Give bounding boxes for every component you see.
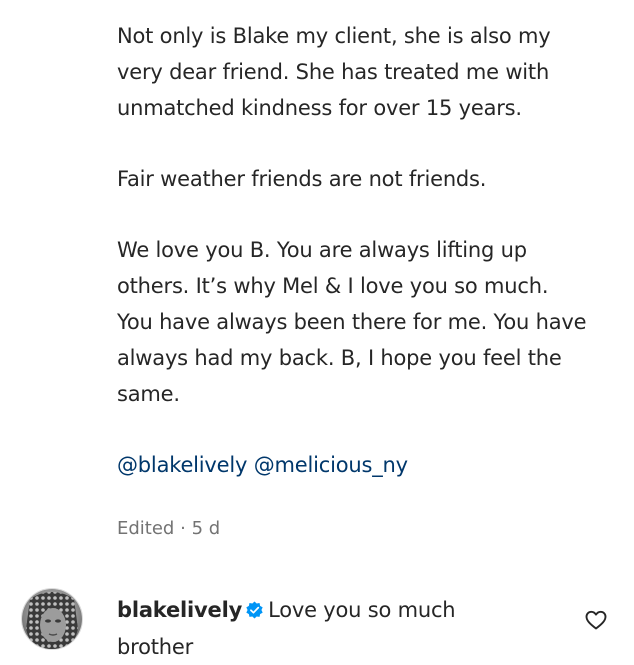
caption-paragraph-2: Fair weather friends are not friends.: [117, 167, 487, 191]
avatar[interactable]: [21, 588, 83, 650]
verified-badge-icon: [245, 596, 264, 630]
caption-mentions: @blakelively @melicious_ny: [117, 447, 587, 483]
edited-label: Edited: [117, 518, 175, 539]
comment-row: blakelively Love you so much brother: [18, 588, 634, 665]
comment-body: blakelively Love you so much brother: [117, 593, 537, 664]
caption-paragraph-1: Not only is Blake my client, she is also…: [117, 24, 551, 120]
mention-blakelively[interactable]: @blakelively: [117, 453, 247, 477]
comment-username[interactable]: blakelively: [117, 598, 242, 622]
profile-photo-icon: [22, 589, 82, 649]
mention-melicious-ny[interactable]: @melicious_ny: [254, 453, 408, 477]
time-ago[interactable]: 5 d: [192, 518, 221, 539]
caption-meta: Edited · 5 d: [117, 516, 220, 542]
post-caption: Not only is Blake my client, she is also…: [117, 18, 587, 483]
heart-outline-icon[interactable]: [584, 608, 608, 632]
caption-paragraph-3: We love you B. You are always lifting up…: [117, 238, 587, 406]
meta-separator: ·: [180, 518, 186, 539]
